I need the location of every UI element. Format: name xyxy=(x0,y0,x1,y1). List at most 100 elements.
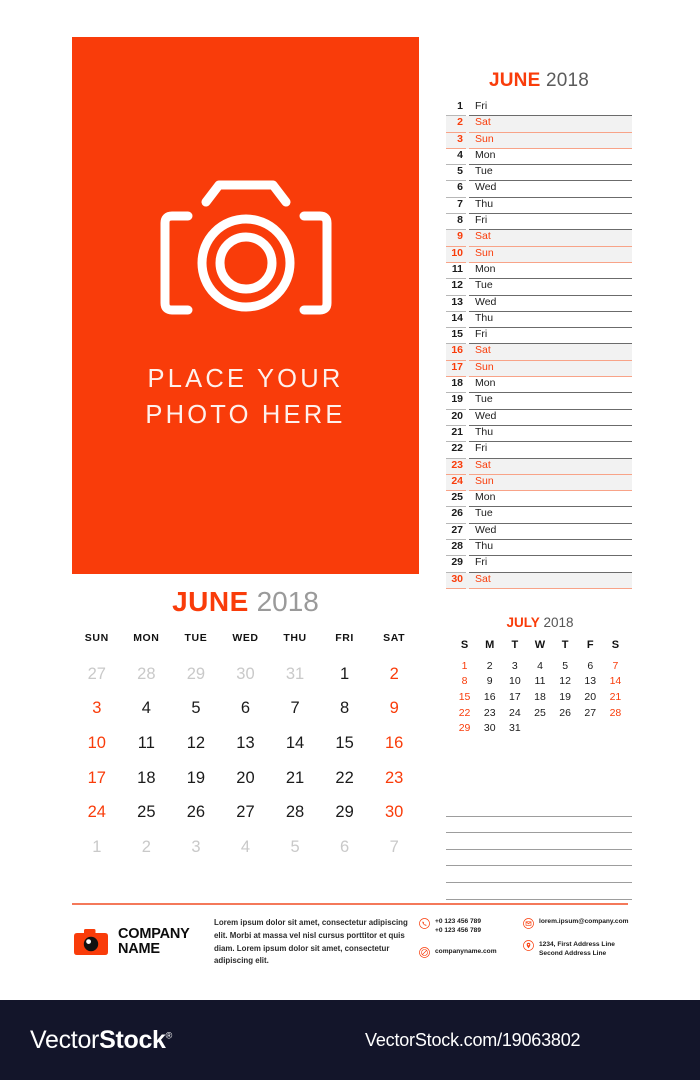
month-calendar-day-cell[interactable]: 28 xyxy=(122,657,172,692)
month-calendar-day-cell[interactable]: 1 xyxy=(320,657,370,692)
month-calendar-day-cell[interactable]: 19 xyxy=(171,761,221,796)
month-calendar-day-cell[interactable]: 29 xyxy=(320,795,370,830)
date-list-row[interactable]: 20 Wed xyxy=(446,410,632,427)
month-calendar-day-cell[interactable]: 13 xyxy=(221,726,271,761)
mini-calendar-day-cell[interactable]: 25 xyxy=(527,705,552,721)
contact-address[interactable]: 1234, First Address Line Second Address … xyxy=(523,940,628,959)
month-calendar-day-cell[interactable]: 25 xyxy=(122,795,172,830)
month-calendar-day-cell[interactable]: 7 xyxy=(270,692,320,727)
mini-calendar-day-cell[interactable]: 13 xyxy=(578,674,603,690)
mini-calendar-day-cell[interactable]: 29 xyxy=(452,720,477,736)
month-calendar-day-cell[interactable]: 5 xyxy=(270,830,320,865)
mini-calendar-day-cell[interactable]: 1 xyxy=(452,658,477,674)
month-calendar-day-cell[interactable]: 15 xyxy=(320,726,370,761)
mini-calendar-day-cell[interactable]: 9 xyxy=(477,674,502,690)
mini-calendar-day-cell[interactable]: 12 xyxy=(553,674,578,690)
date-list-row[interactable]: 2 Sat xyxy=(446,116,632,133)
month-calendar-day-cell[interactable]: 14 xyxy=(270,726,320,761)
month-calendar-day-cell[interactable]: 20 xyxy=(221,761,271,796)
date-list-row[interactable]: 9 Sat xyxy=(446,230,632,247)
date-list-row[interactable]: 30 Sat xyxy=(446,572,632,590)
month-calendar-day-cell[interactable]: 12 xyxy=(171,726,221,761)
mini-calendar-day-cell[interactable]: 11 xyxy=(527,674,552,690)
month-calendar-day-cell[interactable]: 11 xyxy=(122,726,172,761)
month-calendar-day-cell[interactable]: 30 xyxy=(369,795,419,830)
month-calendar-day-cell[interactable]: 10 xyxy=(72,726,122,761)
month-calendar-day-cell[interactable]: 22 xyxy=(320,761,370,796)
mini-calendar-day-cell[interactable]: 10 xyxy=(502,674,527,690)
note-line[interactable] xyxy=(446,817,632,834)
date-list-row[interactable]: 23 Sat xyxy=(446,458,632,476)
mini-calendar-day-cell[interactable]: 30 xyxy=(477,720,502,736)
month-calendar-day-cell[interactable]: 5 xyxy=(171,692,221,727)
date-list-row[interactable]: 27 Wed xyxy=(446,524,632,541)
mini-calendar-day-cell[interactable]: 31 xyxy=(502,720,527,736)
mini-calendar-day-cell[interactable]: 22 xyxy=(452,705,477,721)
note-line[interactable] xyxy=(446,883,632,900)
mini-calendar-day-cell[interactable] xyxy=(603,720,628,736)
date-list-row[interactable]: 21 Thu xyxy=(446,426,632,443)
month-calendar-day-cell[interactable]: 4 xyxy=(122,692,172,727)
mini-calendar-day-cell[interactable]: 18 xyxy=(527,689,552,705)
date-list-row[interactable]: 5 Tue xyxy=(446,165,632,182)
month-calendar-day-cell[interactable]: 2 xyxy=(122,830,172,865)
month-calendar-day-cell[interactable]: 8 xyxy=(320,692,370,727)
mini-calendar-day-cell[interactable]: 4 xyxy=(527,658,552,674)
month-calendar-day-cell[interactable]: 1 xyxy=(72,830,122,865)
month-calendar-day-cell[interactable]: 17 xyxy=(72,761,122,796)
mini-calendar-day-cell[interactable]: 19 xyxy=(553,689,578,705)
mini-calendar-day-cell[interactable]: 7 xyxy=(603,658,628,674)
mini-calendar-day-cell[interactable] xyxy=(553,720,578,736)
date-list-row[interactable]: 3 Sun xyxy=(446,132,632,150)
date-list-row[interactable]: 24 Sun xyxy=(446,474,632,492)
month-calendar-day-cell[interactable]: 6 xyxy=(221,692,271,727)
mini-calendar-day-cell[interactable]: 5 xyxy=(553,658,578,674)
month-calendar-day-cell[interactable]: 31 xyxy=(270,657,320,692)
mini-calendar-day-cell[interactable]: 24 xyxy=(502,705,527,721)
month-calendar-day-cell[interactable]: 27 xyxy=(72,657,122,692)
month-calendar-day-cell[interactable]: 18 xyxy=(122,761,172,796)
mini-calendar-day-cell[interactable]: 28 xyxy=(603,705,628,721)
mini-calendar-day-cell[interactable] xyxy=(527,720,552,736)
date-list-row[interactable]: 7 Thu xyxy=(446,198,632,215)
date-list-row[interactable]: 22 Fri xyxy=(446,442,632,459)
month-calendar-day-cell[interactable]: 6 xyxy=(320,830,370,865)
date-list-row[interactable]: 15 Fri xyxy=(446,328,632,345)
mini-calendar-day-cell[interactable]: 20 xyxy=(578,689,603,705)
date-list-row[interactable]: 18 Mon xyxy=(446,377,632,394)
month-calendar-day-cell[interactable]: 21 xyxy=(270,761,320,796)
contact-email[interactable]: lorem.ipsum@company.com xyxy=(523,917,628,929)
date-list-row[interactable]: 12 Tue xyxy=(446,279,632,296)
date-list-row[interactable]: 14 Thu xyxy=(446,312,632,329)
note-line[interactable] xyxy=(446,866,632,883)
date-list-row[interactable]: 26 Tue xyxy=(446,507,632,525)
month-calendar-day-cell[interactable]: 28 xyxy=(270,795,320,830)
date-list-row[interactable]: 4 Mon xyxy=(446,149,632,166)
date-list-row[interactable]: 10 Sun xyxy=(446,246,632,264)
mini-calendar-day-cell[interactable]: 21 xyxy=(603,689,628,705)
note-line[interactable] xyxy=(446,800,632,817)
month-calendar-day-cell[interactable]: 27 xyxy=(221,795,271,830)
date-list-row[interactable]: 8 Fri xyxy=(446,214,632,231)
contact-website[interactable]: companyname.com xyxy=(419,947,523,959)
month-calendar-day-cell[interactable]: 4 xyxy=(221,830,271,865)
mini-calendar-day-cell[interactable]: 15 xyxy=(452,689,477,705)
month-calendar-day-cell[interactable]: 3 xyxy=(72,692,122,727)
date-list-row[interactable]: 1 Fri xyxy=(446,100,632,117)
month-calendar-day-cell[interactable]: 24 xyxy=(72,795,122,830)
mini-calendar-day-cell[interactable]: 17 xyxy=(502,689,527,705)
mini-calendar-day-cell[interactable]: 6 xyxy=(578,658,603,674)
notes-area[interactable] xyxy=(446,800,632,900)
month-calendar-day-cell[interactable]: 2 xyxy=(369,657,419,692)
month-calendar-day-cell[interactable]: 9 xyxy=(369,692,419,727)
date-list-row[interactable]: 29 Fri xyxy=(446,556,632,573)
mini-calendar-day-cell[interactable]: 2 xyxy=(477,658,502,674)
contact-phone[interactable]: +0 123 456 789 +0 123 456 789 xyxy=(419,917,523,936)
date-list-row[interactable]: 28 Thu xyxy=(446,540,632,557)
month-calendar-day-cell[interactable]: 3 xyxy=(171,830,221,865)
date-list-row[interactable]: 25 Mon xyxy=(446,491,632,508)
month-calendar-day-cell[interactable]: 29 xyxy=(171,657,221,692)
note-line[interactable] xyxy=(446,833,632,850)
month-calendar-day-cell[interactable]: 7 xyxy=(369,830,419,865)
mini-calendar-day-cell[interactable]: 8 xyxy=(452,674,477,690)
